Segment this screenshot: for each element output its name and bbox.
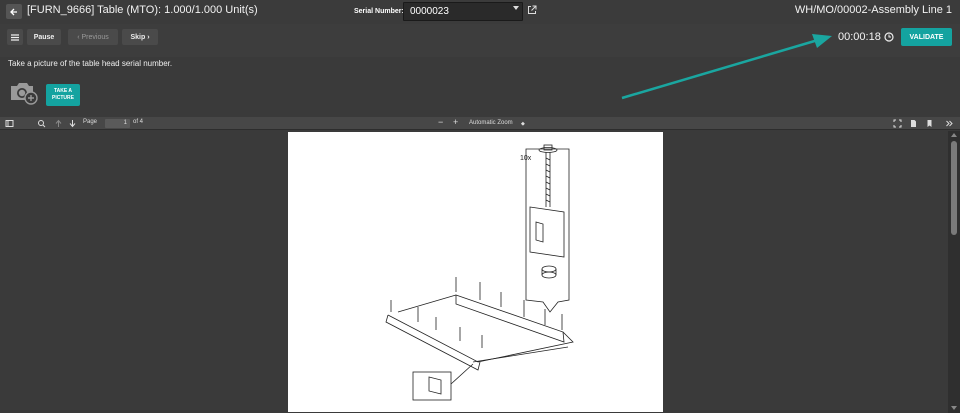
camera-add-icon[interactable] — [9, 79, 39, 105]
menu-button[interactable] — [7, 29, 23, 45]
skip-button[interactable]: Skip › — [122, 29, 158, 45]
scroll-up-icon[interactable] — [951, 133, 957, 137]
hamburger-menu-icon — [11, 33, 19, 41]
double-chevron-icon[interactable] — [945, 119, 954, 128]
validate-button[interactable]: VALIDATE — [901, 28, 952, 46]
zoom-select[interactable]: Automatic Zoom — [466, 119, 528, 128]
open-file-icon[interactable] — [909, 119, 918, 128]
instruction-text: Take a picture of the table head serial … — [8, 59, 173, 68]
page-number-input[interactable]: 1 — [105, 119, 130, 128]
workorder-name: WH/MO/00002-Assembly Line 1 — [794, 4, 952, 16]
sidebar-toggle-icon[interactable] — [5, 119, 14, 128]
page-title: [FURN_9666] Table (MTO): 1.000/1.000 Uni… — [27, 4, 258, 16]
scroll-down-icon[interactable] — [951, 406, 957, 410]
zoom-in-button[interactable]: + — [453, 117, 458, 127]
bookmark-icon[interactable] — [925, 119, 934, 128]
zoom-out-button[interactable]: − — [438, 117, 443, 127]
arrow-down-icon[interactable] — [68, 119, 77, 128]
pause-button[interactable]: Pause — [27, 29, 61, 45]
pdf-page: 10x — [288, 132, 663, 412]
pdf-viewer[interactable]: 10x — [0, 131, 960, 413]
scrollbar[interactable] — [948, 131, 960, 413]
clock-icon — [884, 32, 894, 42]
page-label: Page — [83, 119, 98, 125]
back-button[interactable] — [6, 4, 22, 19]
back-arrow-icon — [10, 8, 17, 15]
action-bar: Pause ‹ Previous Skip › 00:00:18 VALIDAT… — [0, 24, 960, 57]
assembly-drawing: 10x — [385, 144, 574, 401]
chevron-updown-icon: ◆ — [521, 121, 525, 127]
top-bar: [FURN_9666] Table (MTO): 1.000/1.000 Uni… — [0, 0, 960, 24]
external-link-icon[interactable] — [527, 5, 537, 15]
pdf-toolbar: Page 1 of 4 − + Automatic Zoom ◆ — [0, 117, 960, 130]
serial-number-input[interactable]: 0000023 — [403, 2, 523, 21]
workorder-screen: [FURN_9666] Table (MTO): 1.000/1.000 Uni… — [0, 0, 960, 413]
fullscreen-icon[interactable] — [893, 119, 902, 128]
previous-button[interactable]: ‹ Previous — [68, 29, 118, 45]
take-picture-button[interactable]: TAKE A PICTURE — [46, 84, 80, 106]
page-count: of 4 — [133, 119, 144, 125]
scroll-thumb[interactable] — [951, 141, 957, 235]
callout-count: 10x — [520, 155, 532, 162]
serial-number-label: Serial Number: — [354, 8, 404, 15]
instruction-panel: Take a picture of the table head serial … — [0, 57, 960, 117]
timer: 00:00:18 — [838, 31, 881, 43]
arrow-up-icon[interactable] — [54, 119, 63, 128]
search-icon[interactable] — [37, 119, 46, 128]
chevron-down-icon[interactable] — [513, 6, 519, 10]
